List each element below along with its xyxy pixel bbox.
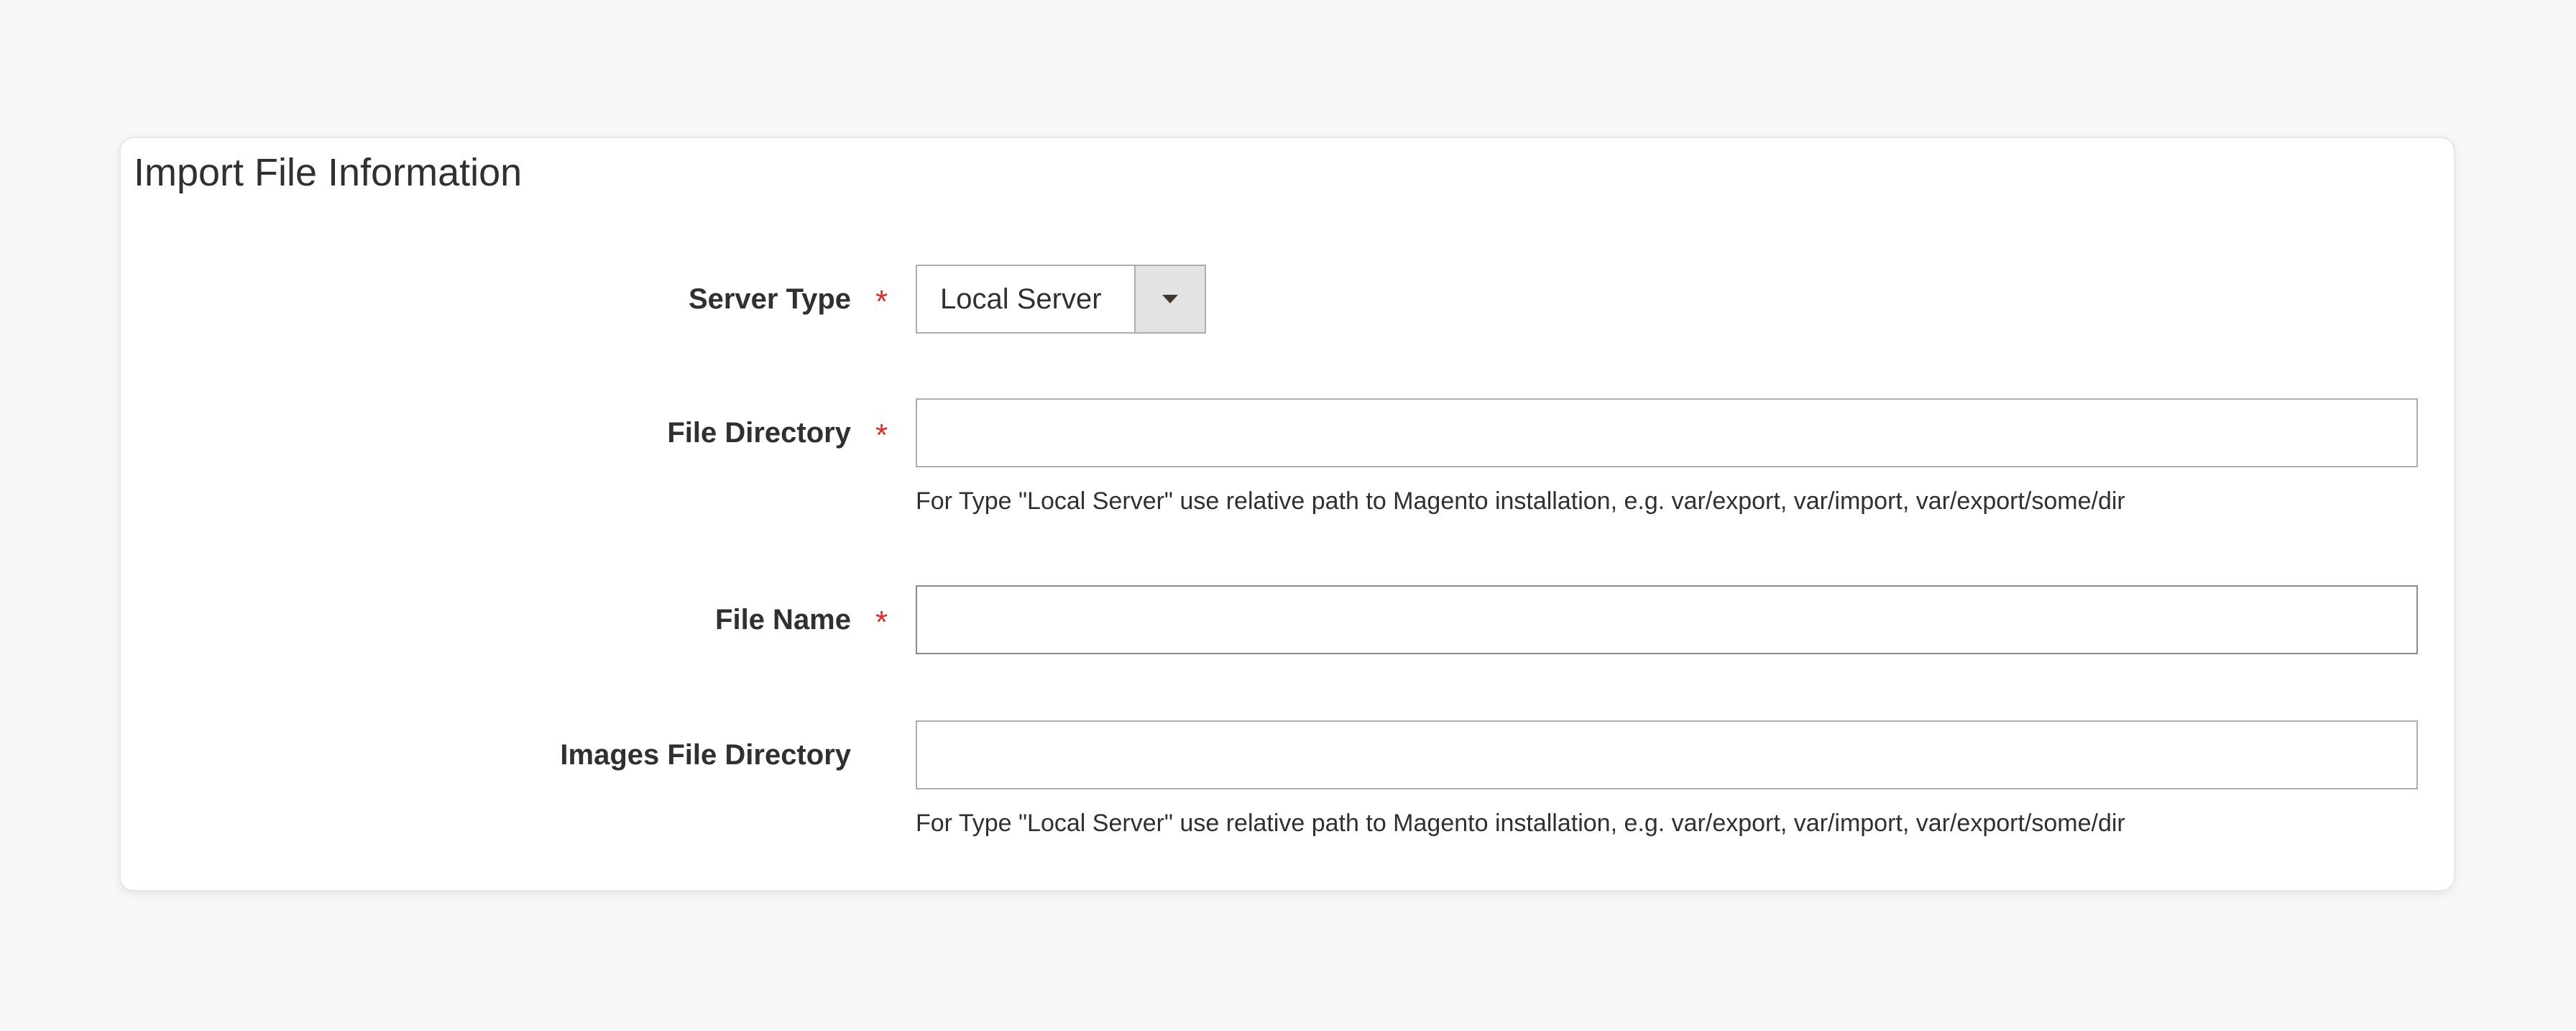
import-file-information-panel: Import File Information Server Type * Lo… (119, 137, 2455, 892)
file-name-input[interactable] (916, 585, 2418, 654)
images-file-directory-input[interactable] (916, 720, 2418, 789)
server-type-selected-value: Local Server (940, 283, 1102, 315)
file-name-required-mark: * (875, 605, 888, 640)
file-directory-required-mark: * (875, 418, 888, 453)
images-file-directory-note: For Type "Local Server" use relative pat… (916, 810, 2125, 837)
file-name-row: File Name * (121, 585, 2454, 654)
server-type-label: Server Type (688, 283, 851, 315)
chevron-down-icon[interactable] (1134, 266, 1205, 332)
server-type-row: Server Type * Local Server (121, 265, 2454, 334)
file-name-label: File Name (715, 604, 851, 636)
server-type-required-mark: * (875, 284, 888, 319)
images-file-directory-row: Images File Directory For Type "Local Se… (121, 720, 2454, 837)
images-file-directory-label: Images File Directory (560, 739, 851, 771)
file-directory-row: File Directory * For Type "Local Server"… (121, 398, 2454, 515)
file-directory-note: For Type "Local Server" use relative pat… (916, 487, 2125, 515)
file-directory-input[interactable] (916, 398, 2418, 467)
server-type-select[interactable]: Local Server (916, 265, 1206, 334)
section-title: Import File Information (134, 151, 523, 194)
file-directory-label: File Directory (667, 417, 851, 449)
